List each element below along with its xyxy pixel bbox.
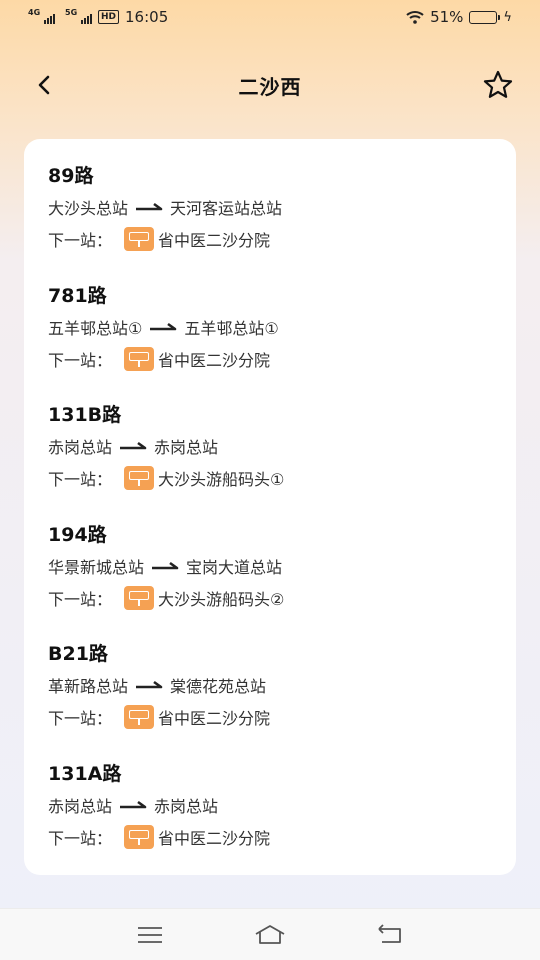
star-outline-icon[interactable] xyxy=(482,69,514,101)
next-stop-name: 省中医二沙分院 xyxy=(158,709,271,728)
bus-stop-icon xyxy=(124,466,155,490)
route-destination: 天河客运站总站 xyxy=(170,199,283,218)
route-direction: 大沙头总站 天河客运站总站 xyxy=(48,191,492,223)
route-origin: 赤岗总站 xyxy=(48,796,113,816)
next-stop-label: 下一站： xyxy=(48,828,113,848)
route-direction: 华景新城总站 宝岗大道总站 xyxy=(48,550,492,582)
arrow-right-icon xyxy=(152,561,179,569)
battery-icon xyxy=(469,10,501,24)
next-stop-name: 大沙头游船码头① xyxy=(158,470,285,489)
route-direction: 革新路总站 棠德花苑总站 xyxy=(48,669,492,701)
route-item[interactable]: 131B路 赤岗总站 赤岗总站 下一站： 大沙头游船码头① xyxy=(48,400,492,520)
route-item[interactable]: B21路 革新路总站 棠德花苑总站 下一站： 省中医二沙分院 xyxy=(48,639,492,759)
route-name: B21路 xyxy=(48,643,108,665)
next-stop-name: 大沙头游船码头② xyxy=(158,589,285,609)
wifi-icon xyxy=(406,11,424,24)
route-destination: 棠德花苑总站 xyxy=(170,677,267,696)
bus-stop-icon xyxy=(124,227,155,251)
next-stop-row: 下一站： 省中医二沙分院 xyxy=(48,821,492,853)
clock: 16:05 xyxy=(125,8,169,26)
route-origin: 革新路总站 xyxy=(48,677,129,696)
next-stop-name: 省中医二沙分院 xyxy=(158,828,271,848)
arrow-right-icon xyxy=(150,322,177,330)
route-origin: 五羊邨总站① xyxy=(48,318,143,338)
home-icon[interactable] xyxy=(253,922,287,948)
back-icon[interactable] xyxy=(373,922,407,948)
route-list-card: 89路 大沙头总站 天河客运站总站 下一站： 省中医二沙分院 781路 五羊邨总… xyxy=(24,139,516,875)
route-item[interactable]: 89路 大沙头总站 天河客运站总站 下一站： 省中医二沙分院 xyxy=(48,161,492,281)
battery-percent: 51% xyxy=(430,8,464,26)
next-stop-row: 下一站： 省中医二沙分院 xyxy=(48,223,492,255)
route-item[interactable]: 131A路 赤岗总站 赤岗总站 下一站： 省中医二沙分院 xyxy=(48,759,492,879)
signal-icon-sim1: 4G xyxy=(28,8,55,24)
route-direction: 赤岗总站 赤岗总站 xyxy=(48,430,492,462)
next-stop-label: 下一站： xyxy=(48,589,113,609)
next-stop-label: 下一站： xyxy=(48,231,113,250)
arrow-right-icon xyxy=(120,800,147,808)
next-stop-label: 下一站： xyxy=(48,350,113,370)
system-nav-bar xyxy=(0,908,540,960)
route-direction: 赤岗总站 赤岗总站 xyxy=(48,789,492,821)
next-stop-row: 下一站： 大沙头游船码头① xyxy=(48,462,492,494)
status-bar: 4G 5G HD 16:05 51% ϟ xyxy=(0,0,540,34)
menu-icon[interactable] xyxy=(133,922,167,948)
next-stop-name: 省中医二沙分院 xyxy=(158,231,271,250)
chevron-left-icon[interactable] xyxy=(32,72,58,98)
arrow-right-icon xyxy=(136,202,163,211)
bus-stop-icon xyxy=(124,824,155,849)
route-origin: 华景新城总站 xyxy=(48,557,145,577)
route-name: 781路 xyxy=(48,284,107,307)
bus-stop-icon xyxy=(124,705,155,729)
next-stop-row: 下一站： 省中医二沙分院 xyxy=(48,701,492,733)
route-name: 131A路 xyxy=(48,762,122,785)
route-name: 89路 xyxy=(48,165,94,187)
route-destination: 赤岗总站 xyxy=(154,438,219,457)
route-item[interactable]: 781路 五羊邨总站① 五羊邨总站① 下一站： 省中医二沙分院 xyxy=(48,281,492,401)
route-origin: 大沙头总站 xyxy=(48,199,129,218)
route-name: 194路 xyxy=(48,523,107,546)
next-stop-label: 下一站： xyxy=(48,709,113,728)
page-header: 二沙西 xyxy=(0,60,540,110)
next-stop-row: 下一站： 省中医二沙分院 xyxy=(48,343,492,375)
next-stop-label: 下一站： xyxy=(48,470,113,489)
arrow-right-icon xyxy=(136,680,163,689)
route-destination: 宝岗大道总站 xyxy=(186,557,283,577)
route-item[interactable]: 194路 华景新城总站 宝岗大道总站 下一站： 大沙头游船码头② xyxy=(48,520,492,640)
arrow-right-icon xyxy=(120,441,147,450)
charging-icon: ϟ xyxy=(503,9,512,25)
page-title: 二沙西 xyxy=(238,74,302,99)
next-stop-row: 下一站： 大沙头游船码头② xyxy=(48,582,492,614)
signal-icon-sim2: 5G xyxy=(65,8,92,24)
route-destination: 五羊邨总站① xyxy=(184,318,279,338)
route-name: 131B路 xyxy=(48,404,122,426)
route-destination: 赤岗总站 xyxy=(154,796,219,816)
route-direction: 五羊邨总站① 五羊邨总站① xyxy=(48,311,492,343)
hd-voice-icon: HD xyxy=(98,10,120,24)
next-stop-name: 省中医二沙分院 xyxy=(158,350,271,370)
bus-stop-icon xyxy=(124,346,155,371)
bus-stop-icon xyxy=(124,585,155,610)
route-origin: 赤岗总站 xyxy=(48,438,113,457)
